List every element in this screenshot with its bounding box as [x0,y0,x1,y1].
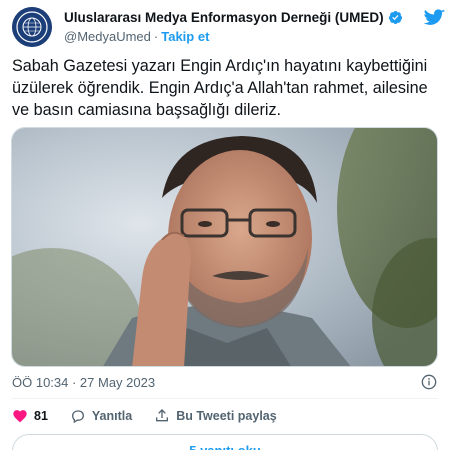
account-name-row[interactable]: Uluslararası Medya Enformasyon Derneği (… [64,10,403,25]
tweet-header: Uluslararası Medya Enformasyon Derneği (… [12,7,445,49]
divider [12,398,438,399]
tweet-text: Sabah Gazetesi yazarı Engin Ardıç'ın hay… [12,55,442,121]
reply-button[interactable]: Yanıtla [70,408,132,424]
like-count: 81 [34,409,48,423]
umed-logo-icon [12,7,52,47]
handle-row: @MedyaUmed · Takip et [64,29,209,44]
portrait-photo-image [12,128,437,366]
tweet-timestamp[interactable]: ÖÖ 10:34 · 27 May 2023 [12,375,155,390]
tweet-text-line: üzülerek öğrendik. Engin Ardıç'a Allah't… [12,79,428,97]
tweet-card: Uluslararası Medya Enformasyon Derneği (… [0,0,457,450]
account-handle[interactable]: @MedyaUmed [64,29,151,44]
tweet-actions: 81 Yanıtla Bu Tweeti paylaş [12,405,299,427]
tweet-photo[interactable] [11,127,438,367]
avatar[interactable] [12,7,52,47]
reply-icon [71,410,84,424]
reply-label: Yanıtla [91,409,133,423]
tweet-text-line: Sabah Gazetesi yazarı Engin Ardıç'ın hay… [12,57,428,75]
verified-badge-icon [388,10,402,25]
separator-dot: · [153,29,159,44]
twitter-bird-icon[interactable] [424,9,445,27]
display-name[interactable]: Uluslararası Medya Enformasyon Derneği (… [64,10,384,25]
share-label: Bu Tweeti paylaş [176,409,277,423]
share-icon [156,409,169,422]
tweet-text-line: ve basın camiasına başsağlığı dileriz. [12,101,282,119]
like-button[interactable]: 81 [12,408,48,424]
follow-link[interactable]: Takip et [161,29,209,44]
heart-icon [13,410,27,423]
share-button[interactable]: Bu Tweeti paylaş [154,408,277,424]
info-icon[interactable] [421,374,437,390]
read-replies-button[interactable]: 5 yanıtı oku [12,434,438,450]
